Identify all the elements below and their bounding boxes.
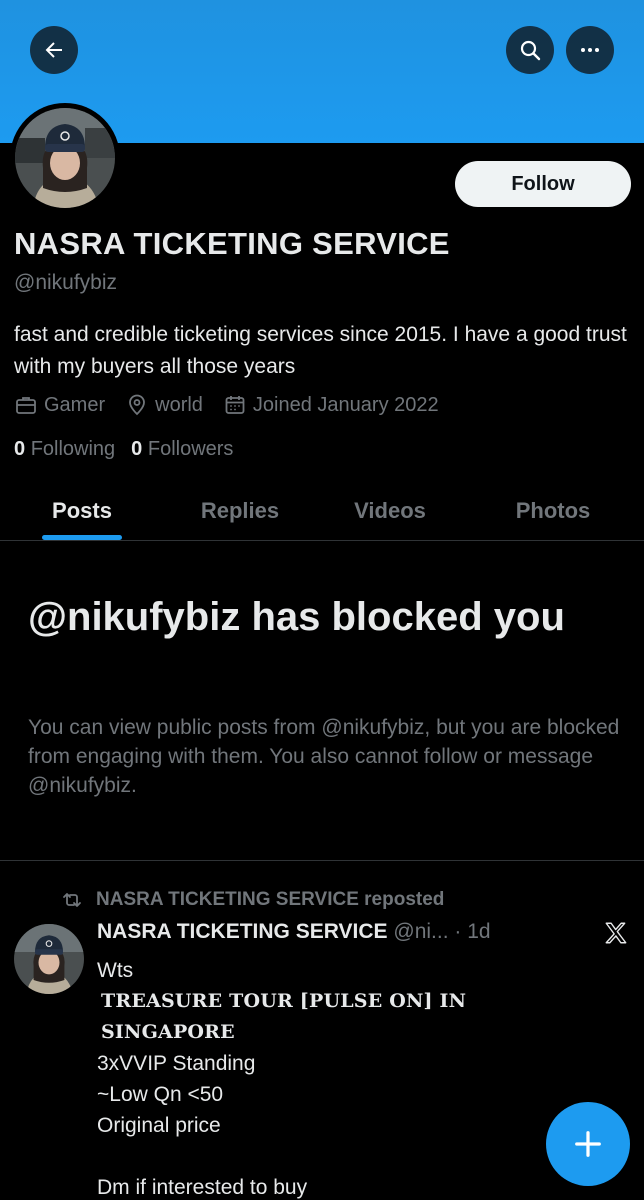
profile-location: world: [125, 393, 203, 417]
post-line: 3xVVIP Standing: [97, 1052, 256, 1075]
tab-videos[interactable]: Videos: [330, 482, 450, 540]
profile-display-name: NASRA TICKETING SERVICE: [14, 226, 450, 261]
post-author-name[interactable]: NASRA TICKETING SERVICE: [97, 920, 388, 943]
follow-button[interactable]: Follow: [455, 161, 631, 207]
profile-joined: Joined January 2022: [223, 393, 439, 417]
profile-handle: @nikufybiz: [14, 271, 118, 294]
profile-bio: fast and credible ticketing services sin…: [14, 323, 627, 378]
post-time: · 1d: [454, 920, 491, 943]
x-logo-icon: [605, 922, 627, 944]
followers-link[interactable]: 0 Followers: [131, 438, 233, 461]
followers-count: 0: [131, 438, 143, 460]
tab-posts[interactable]: Posts: [22, 482, 142, 540]
profile-category-label: Gamer: [44, 393, 106, 416]
more-options-button[interactable]: [566, 26, 614, 74]
post-text: Wts TREASURE TOUR [PULSE ON] IN SINGAPOR…: [97, 955, 547, 1200]
search-icon: [520, 40, 541, 61]
plus-icon: [575, 1131, 601, 1157]
blocked-message: You can view public posts from @nikufybi…: [28, 716, 620, 797]
more-icon: [581, 48, 599, 52]
post-line: Dm if interested to buy: [97, 1176, 308, 1199]
post-avatar-image: [14, 924, 84, 994]
post-line: TREASURE TOUR [PULSE ON] IN SINGAPORE: [101, 990, 467, 1043]
location-pin-icon: [129, 394, 146, 416]
arrow-left-icon: [45, 42, 62, 58]
post-line: Original price: [97, 1114, 221, 1137]
profile-category: Gamer: [14, 393, 105, 417]
repost-label: NASRA TICKETING SERVICE reposted: [96, 889, 445, 910]
blocked-title: @nikufybiz has blocked you: [28, 595, 565, 639]
profile-location-label: world: [155, 393, 203, 416]
tab-replies[interactable]: Replies: [180, 482, 300, 540]
calendar-icon: [225, 396, 245, 414]
tab-photos[interactable]: Photos: [490, 482, 616, 540]
post-line: [97, 1141, 547, 1172]
compose-button[interactable]: [546, 1102, 630, 1186]
profile-counts: 0 Following 0 Followers: [14, 438, 249, 461]
section-divider: [0, 860, 644, 861]
profile-avatar[interactable]: [10, 103, 120, 213]
back-button[interactable]: [30, 26, 78, 74]
repost-icon: [63, 893, 81, 907]
post-line: Wts: [97, 959, 134, 982]
profile-meta: Gamer world Joined January 2022: [14, 393, 459, 417]
repost-indicator: NASRA TICKETING SERVICE reposted: [60, 888, 444, 912]
profile-joined-label: Joined January 2022: [252, 393, 439, 416]
following-label: Following: [30, 438, 116, 460]
post-author-handle: @ni...: [393, 920, 449, 943]
post-author-avatar[interactable]: [14, 924, 84, 994]
followers-label: Followers: [147, 438, 234, 460]
search-button[interactable]: [506, 26, 554, 74]
following-link[interactable]: 0 Following: [14, 438, 115, 461]
avatar-image: [15, 108, 115, 208]
profile-tabs: Posts Replies Videos Photos: [0, 482, 644, 541]
following-count: 0: [14, 438, 26, 460]
briefcase-icon: [16, 397, 36, 414]
post-header: NASRA TICKETING SERVICE @ni... · 1d: [97, 920, 557, 944]
active-tab-indicator: [42, 535, 122, 540]
post-line: ~Low Qn <50: [97, 1083, 224, 1106]
